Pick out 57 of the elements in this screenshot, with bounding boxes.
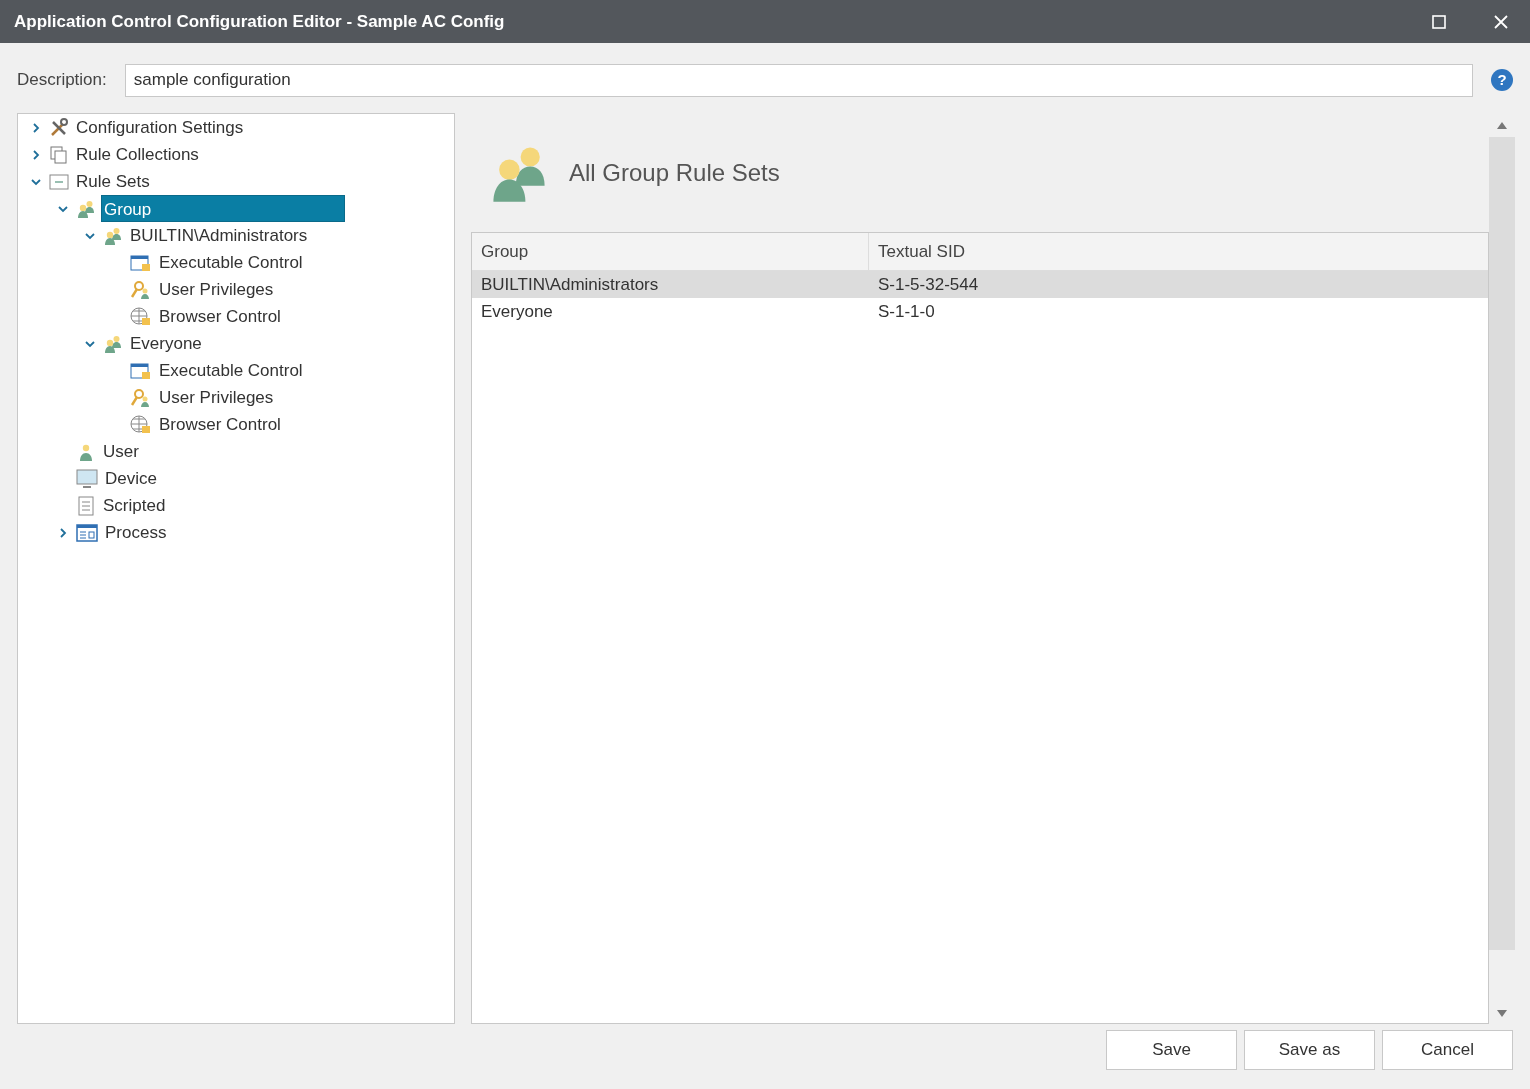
tools-icon (49, 117, 69, 138)
tree-item[interactable]: User Privileges (157, 384, 276, 411)
tree-item[interactable]: Executable Control (157, 357, 305, 384)
tree-item[interactable]: Browser Control (157, 411, 283, 438)
tree-item[interactable]: Executable Control (157, 249, 305, 276)
tree-item[interactable]: Rule Sets (74, 168, 152, 195)
column-header[interactable]: Textual SID (869, 233, 1488, 270)
tree-item[interactable]: User Privileges (157, 276, 276, 303)
collapse-chevron-icon[interactable] (31, 176, 41, 187)
help-icon[interactable]: ? (1491, 69, 1513, 91)
maximize-icon[interactable] (1432, 14, 1446, 29)
people-icon (103, 225, 123, 246)
tree-item[interactable]: Everyone (128, 330, 204, 357)
document-icon (76, 495, 96, 516)
dialog-button[interactable]: Cancel (1382, 1030, 1513, 1070)
table-cell-text: BUILTIN\Administrators (480, 273, 660, 296)
tree-item[interactable]: Browser Control (157, 303, 283, 330)
collapse-chevron-icon[interactable] (85, 230, 95, 241)
key-user-icon (130, 279, 152, 300)
collapse-chevron-icon[interactable] (85, 338, 95, 349)
scroll-down-icon[interactable] (1497, 1010, 1507, 1018)
tree-item[interactable]: Rule Collections (74, 141, 201, 168)
monitor-icon (76, 468, 98, 489)
table-cell-text: S-1-5-32-544 (877, 273, 980, 296)
tree-item[interactable]: BUILTIN\Administrators (128, 222, 310, 249)
expand-chevron-icon[interactable] (31, 122, 41, 133)
panel-title: All Group Rule Sets (569, 157, 780, 188)
tree-item[interactable]: Configuration Settings (74, 114, 246, 141)
window-lock-icon (130, 252, 152, 273)
expand-chevron-icon[interactable] (58, 527, 68, 538)
people-icon (76, 198, 96, 219)
table-row[interactable]: BUILTIN\Administrators S-1-5-32-544 (472, 271, 1488, 298)
stacked-pages-icon (49, 144, 69, 165)
table-cell-text: S-1-1-0 (877, 300, 936, 323)
tree-item[interactable]: Process (103, 519, 169, 546)
tree-item[interactable]: Group (101, 195, 345, 222)
collapse-chevron-icon[interactable] (58, 203, 68, 214)
dialog-button[interactable]: Save as (1244, 1030, 1375, 1070)
tree-item[interactable]: Scripted (101, 492, 168, 519)
globe-lock-icon (130, 306, 152, 327)
globe-lock-icon (130, 414, 152, 435)
column-header[interactable]: Group (472, 233, 869, 270)
description-field[interactable]: sample configuration (124, 63, 1473, 97)
ruleset-icon (49, 173, 69, 190)
close-icon[interactable] (1494, 14, 1508, 29)
key-user-icon (130, 387, 152, 408)
tree-item[interactable]: User (101, 438, 141, 465)
dialog-button[interactable]: Save (1106, 1030, 1237, 1070)
expand-chevron-icon[interactable] (31, 149, 41, 160)
people-icon (103, 333, 123, 354)
window-title: Application Control Configuration Editor - Sample AC Config (14, 10, 506, 33)
table-cell-text: Everyone (480, 300, 554, 323)
description-label: Description: (17, 69, 107, 92)
scroll-up-icon[interactable] (1497, 121, 1507, 129)
window-lock-icon (130, 360, 152, 381)
process-window-icon (76, 523, 98, 542)
tree-item[interactable]: Device (103, 465, 159, 492)
